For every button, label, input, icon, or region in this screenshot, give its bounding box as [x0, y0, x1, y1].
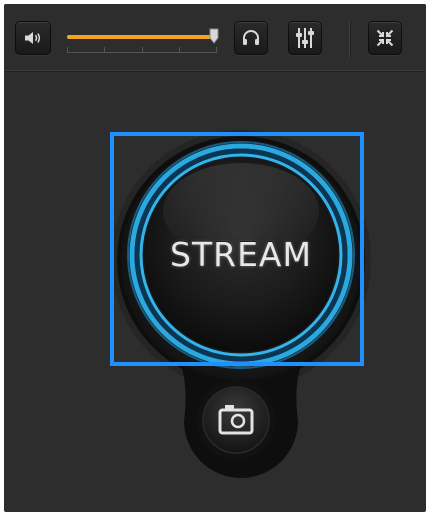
speaker-icon — [23, 30, 43, 46]
volume-track — [67, 35, 217, 39]
stream-control-area: STREAM — [4, 71, 426, 512]
toolbar-divider — [349, 20, 350, 58]
volume-tick — [179, 47, 180, 52]
fullscreen-collapse-icon — [376, 29, 394, 47]
volume-tick — [216, 47, 217, 52]
headphones-icon — [241, 29, 261, 47]
stream-label: STREAM — [170, 235, 312, 274]
volume-thumb[interactable] — [209, 28, 219, 44]
mixer-sliders-icon — [295, 27, 315, 49]
volume-fill — [67, 35, 214, 39]
toolbar — [4, 4, 426, 71]
fullscreen-button[interactable] — [368, 21, 402, 55]
volume-tick — [142, 47, 143, 52]
mixer-button[interactable] — [288, 21, 322, 55]
volume-tick — [104, 47, 105, 52]
headphones-button[interactable] — [234, 21, 268, 55]
volume-button[interactable] — [15, 21, 51, 55]
snapshot-button[interactable] — [204, 388, 268, 452]
volume-tick-scale — [67, 44, 217, 53]
streaming-panel: STREAM — [4, 4, 426, 512]
volume-tick — [67, 47, 68, 52]
volume-slider[interactable] — [67, 26, 219, 54]
stream-button[interactable]: STREAM — [142, 156, 340, 354]
